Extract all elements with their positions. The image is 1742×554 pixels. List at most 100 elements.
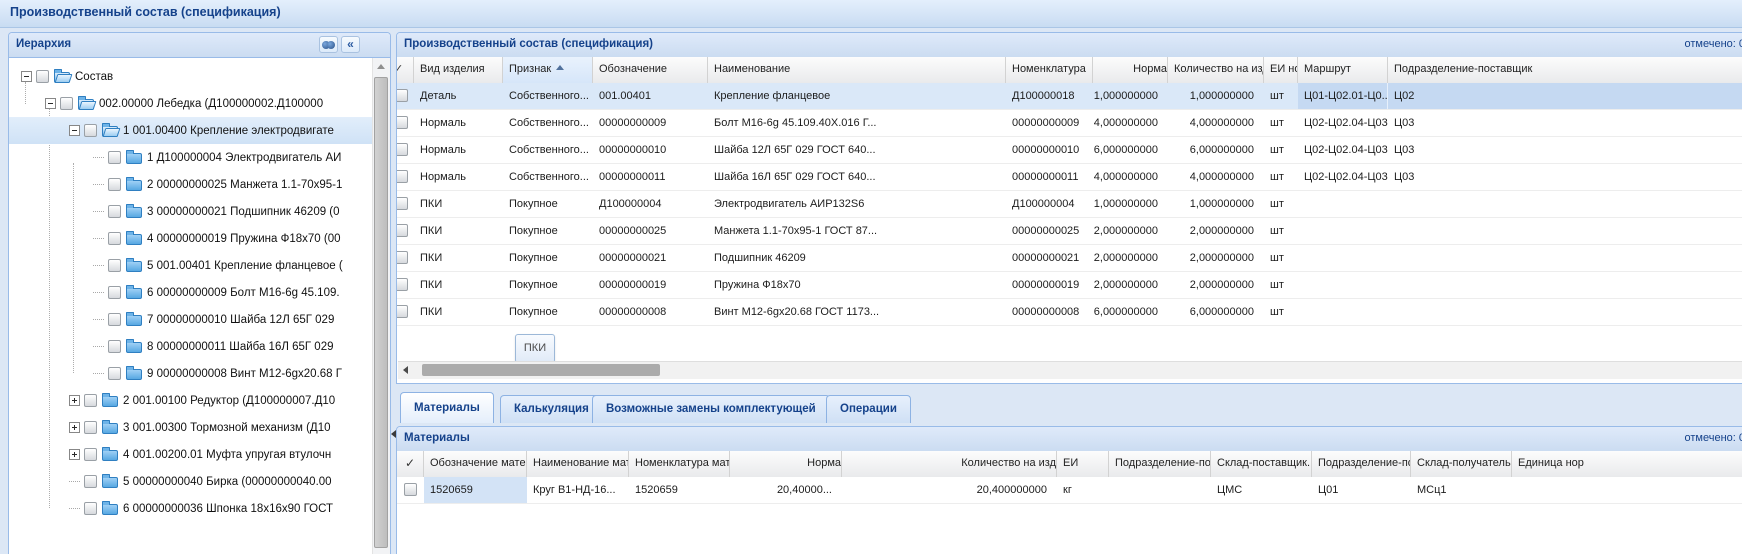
column-header-8[interactable]: ЕИ но xyxy=(1264,57,1298,83)
tree-checkbox[interactable] xyxy=(84,475,97,488)
table-cell: ПКИ xyxy=(414,272,503,298)
tab-operations[interactable]: Операции xyxy=(826,395,911,423)
table-row[interactable]: 1520659Круг В1-НД-16...152065920,40000..… xyxy=(397,477,1742,504)
expand-node-icon[interactable] xyxy=(69,422,80,433)
tree-node[interactable]: 5 00000000040 Бирка (00000000040.00 xyxy=(9,468,373,495)
row-checkbox[interactable] xyxy=(397,170,408,183)
table-row[interactable]: ПКИПокупное00000000025Манжета 1.1-70x95-… xyxy=(397,218,1742,245)
tree-node[interactable]: 3 001.00300 Тормозной механизм (Д10 xyxy=(9,414,373,441)
expand-node-icon[interactable] xyxy=(69,449,80,460)
tree-node[interactable]: 7 00000000010 Шайба 12Л 65Г 029 xyxy=(9,306,373,333)
column-header-1[interactable]: Вид изделия xyxy=(414,57,503,83)
tree-node[interactable]: 5 001.00401 Крепление фланцевое ( xyxy=(9,252,373,279)
table-row[interactable]: НормальСобственного...00000000010Шайба 1… xyxy=(397,137,1742,164)
table-cell: 00000000019 xyxy=(593,272,708,298)
expand-node-icon[interactable] xyxy=(69,395,80,406)
tree-scrollbar-thumb[interactable] xyxy=(374,77,388,548)
table-row[interactable]: НормальСобственного...00000000009Болт М1… xyxy=(397,110,1742,137)
column-header-5[interactable]: Количество на изд xyxy=(842,451,1057,477)
tree-checkbox[interactable] xyxy=(108,286,121,299)
tree-node[interactable]: 4 00000000019 Пружина Ф18x70 (00 xyxy=(9,225,373,252)
table-row[interactable]: НормальСобственного...00000000011Шайба 1… xyxy=(397,164,1742,191)
table-cell: Ц02-Ц02.04-Ц03 xyxy=(1298,110,1388,136)
table-row[interactable]: ПКИПокупное00000000021Подшипник 46209000… xyxy=(397,245,1742,272)
tree-checkbox[interactable] xyxy=(84,421,97,434)
column-header-0[interactable]: ✓ xyxy=(397,57,414,83)
column-header-11[interactable]: Единица нор xyxy=(1512,451,1742,477)
tree-checkbox[interactable] xyxy=(36,70,49,83)
row-checkbox[interactable] xyxy=(397,278,408,291)
tree-node[interactable]: 6 00000000009 Болт М16-6g 45.109. xyxy=(9,279,373,306)
tree-checkbox[interactable] xyxy=(108,232,121,245)
spec-hscrollbar-thumb[interactable] xyxy=(422,364,660,376)
tree-node[interactable]: 2 00000000025 Манжета 1.1-70x95-1 xyxy=(9,171,373,198)
column-header-9[interactable]: Подразделение-по xyxy=(1312,451,1411,477)
column-header-10[interactable]: Подразделение-поставщик xyxy=(1388,57,1742,83)
tree-node[interactable]: 2 001.00100 Редуктор (Д100000007.Д10 xyxy=(9,387,373,414)
tree-checkbox[interactable] xyxy=(108,151,121,164)
tree-checkbox[interactable] xyxy=(84,394,97,407)
tree-node[interactable]: 9 00000000008 Винт М12-6gx20.68 Г xyxy=(9,360,373,387)
tree-checkbox[interactable] xyxy=(108,178,121,191)
row-checkbox[interactable] xyxy=(404,483,417,496)
column-header-3[interactable]: Обозначение xyxy=(593,57,708,83)
collapse-node-icon[interactable] xyxy=(69,125,80,136)
column-header-4[interactable]: Норма xyxy=(730,451,842,477)
column-header-9[interactable]: Маршрут xyxy=(1298,57,1388,83)
find-button[interactable] xyxy=(319,36,338,53)
table-row[interactable]: ПКИПокупное00000000008Винт М12-6gx20.68 … xyxy=(397,299,1742,326)
spec-hscrollbar[interactable] xyxy=(398,361,1742,379)
table-cell: 00000000010 xyxy=(593,137,708,163)
column-header-0[interactable]: ✓ xyxy=(397,451,424,477)
row-checkbox[interactable] xyxy=(397,251,408,264)
column-header-2[interactable]: Признак xyxy=(503,57,593,83)
table-row[interactable]: ПКИПокупное00000000019Пружина Ф18x700000… xyxy=(397,272,1742,299)
tab-replacements[interactable]: Возможные замены комплектующей xyxy=(592,395,830,423)
tree-checkbox[interactable] xyxy=(108,340,121,353)
column-header-6[interactable]: Норма xyxy=(1093,57,1168,83)
tree-checkbox[interactable] xyxy=(60,97,73,110)
tree-node[interactable]: 1 001.00400 Крепление электродвигате xyxy=(9,117,373,144)
column-header-2[interactable]: Наименование мат xyxy=(527,451,629,477)
collapse-node-icon[interactable] xyxy=(45,98,56,109)
table-cell xyxy=(397,218,414,244)
tree-checkbox[interactable] xyxy=(84,502,97,515)
row-checkbox[interactable] xyxy=(397,116,408,129)
column-header-5[interactable]: Номенклатура xyxy=(1006,57,1093,83)
tree-checkbox[interactable] xyxy=(84,124,97,137)
column-header-7[interactable]: Количество на изд xyxy=(1168,57,1264,83)
collapse-node-icon[interactable] xyxy=(21,71,32,82)
tab-materials[interactable]: Материалы xyxy=(400,392,494,423)
column-header-10[interactable]: Склад-получатель xyxy=(1411,451,1512,477)
row-checkbox[interactable] xyxy=(397,224,408,237)
row-checkbox[interactable] xyxy=(397,305,408,318)
tree-node[interactable]: 8 00000000011 Шайба 16Л 65Г 029 xyxy=(9,333,373,360)
row-checkbox[interactable] xyxy=(397,197,408,210)
scroll-left-icon[interactable] xyxy=(403,366,408,374)
column-header-4[interactable]: Наименование xyxy=(708,57,1006,83)
row-checkbox[interactable] xyxy=(397,143,408,156)
column-header-8[interactable]: Склад-поставщик.. xyxy=(1211,451,1312,477)
tree-scrollbar[interactable] xyxy=(372,58,390,554)
tree-node[interactable]: 002.00000 Лебедка (Д100000002.Д100000 xyxy=(9,90,373,117)
tab-calculation[interactable]: Калькуляция xyxy=(500,395,603,423)
column-header-7[interactable]: Подразделение-по xyxy=(1109,451,1211,477)
table-row[interactable]: ДетальСобственного...001.00401Крепление … xyxy=(397,83,1742,110)
tree-checkbox[interactable] xyxy=(108,313,121,326)
scroll-up-icon[interactable] xyxy=(377,64,385,69)
tree-checkbox[interactable] xyxy=(108,367,121,380)
tree-node[interactable]: 3 00000000021 Подшипник 46209 (0 xyxy=(9,198,373,225)
tree-node[interactable]: 6 00000000036 Шпонка 18x16x90 ГОСТ xyxy=(9,495,373,522)
row-checkbox[interactable] xyxy=(397,89,408,102)
tree-node[interactable]: Состав xyxy=(9,63,373,90)
tree-checkbox[interactable] xyxy=(84,448,97,461)
column-header-1[interactable]: Обозначение мате xyxy=(424,451,527,477)
tree-node[interactable]: 1 Д100000004 Электродвигатель АИ xyxy=(9,144,373,171)
table-row[interactable]: ПКИПокупноеД100000004Электродвигатель АИ… xyxy=(397,191,1742,218)
tree-node[interactable]: 4 001.00200.01 Муфта упругая втулочн xyxy=(9,441,373,468)
column-header-6[interactable]: ЕИ xyxy=(1057,451,1109,477)
collapse-panel-button[interactable]: « xyxy=(341,36,360,53)
column-header-3[interactable]: Номенклатура мат xyxy=(629,451,730,477)
tree-checkbox[interactable] xyxy=(108,259,121,272)
tree-checkbox[interactable] xyxy=(108,205,121,218)
